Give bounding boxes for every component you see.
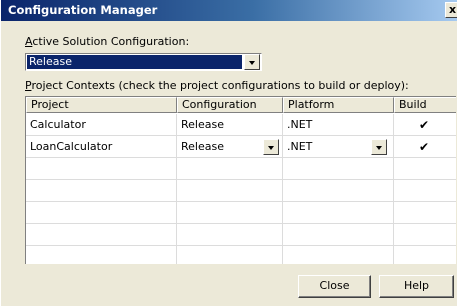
column-header-project[interactable]: Project (26, 97, 177, 113)
table-row (26, 224, 456, 246)
chevron-down-icon (268, 146, 274, 150)
platform-dropdown-button[interactable] (371, 139, 387, 155)
active-solution-configuration-label: Active Solution Configuration: (25, 35, 190, 48)
build-cell: ✔ (394, 114, 456, 136)
column-header-platform[interactable]: Platform (283, 97, 394, 113)
empty-cell (177, 180, 283, 202)
build-checkbox[interactable]: ✔ (418, 119, 430, 131)
close-window-button[interactable]: x (445, 2, 457, 18)
empty-cell (177, 158, 283, 180)
project-cell: LoanCalculator (26, 136, 177, 158)
empty-cell (26, 246, 177, 264)
project-contexts-label: Project Contexts (check the project conf… (25, 79, 409, 92)
configuration-manager-dialog: Configuration Manager x Active Solution … (0, 0, 457, 306)
empty-cell (26, 180, 177, 202)
platform-cell[interactable]: .NET (283, 114, 394, 136)
empty-cell (177, 246, 283, 264)
empty-cell (283, 180, 394, 202)
empty-cell (177, 224, 283, 246)
table-row[interactable]: Calculator Release .NET ✔ (26, 114, 456, 136)
empty-cell (26, 202, 177, 224)
platform-value: .NET (287, 140, 313, 153)
empty-cell (283, 202, 394, 224)
chevron-down-icon (376, 146, 382, 150)
configuration-cell[interactable]: Release (177, 136, 283, 158)
close-button[interactable]: Close (298, 275, 371, 298)
column-header-build[interactable]: Build (394, 97, 456, 113)
chevron-down-icon (249, 61, 255, 65)
empty-cell (26, 224, 177, 246)
help-button[interactable]: Help (379, 275, 454, 298)
table-row (26, 158, 456, 180)
configuration-dropdown-button[interactable] (263, 139, 279, 155)
column-header-configuration[interactable]: Configuration (177, 97, 283, 113)
active-solution-configuration-dropdown[interactable]: Release (25, 53, 262, 71)
window-title: Configuration Manager (8, 3, 158, 17)
empty-cell (283, 246, 394, 264)
empty-cell (26, 158, 177, 180)
build-checkbox[interactable]: ✔ (418, 141, 430, 153)
project-cell: Calculator (26, 114, 177, 136)
empty-cell (177, 202, 283, 224)
empty-cell (283, 224, 394, 246)
build-cell: ✔ (394, 136, 456, 158)
dropdown-button[interactable] (244, 54, 260, 70)
table-row (26, 202, 456, 224)
platform-cell[interactable]: .NET (283, 136, 394, 158)
table-row (26, 246, 456, 264)
configuration-value: Release (181, 140, 224, 153)
dropdown-selection-highlight: Release (27, 55, 242, 69)
close-icon: x (448, 3, 457, 16)
configuration-cell[interactable]: Release (177, 114, 283, 136)
empty-cell (283, 158, 394, 180)
project-contexts-grid: Project Configuration Platform Build Cal… (25, 96, 456, 264)
selected-configuration: Release (29, 55, 72, 68)
table-row[interactable]: LoanCalculator Release .NET ✔ (26, 136, 456, 158)
table-row (26, 180, 456, 202)
title-bar[interactable]: Configuration Manager x (1, 0, 457, 21)
